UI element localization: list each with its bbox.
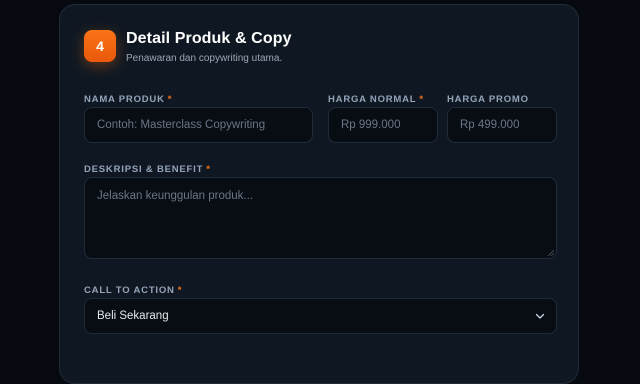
required-asterisk: * <box>167 94 173 105</box>
product-name-label: NAMA PRODUK * <box>84 94 172 105</box>
normal-price-placeholder: Rp 999.000 <box>341 119 401 131</box>
description-textarea[interactable]: Jelaskan keunggulan produk... <box>84 177 557 259</box>
cta-label-text: CALL TO ACTION <box>84 285 175 296</box>
required-asterisk: * <box>419 94 424 105</box>
cta-select[interactable]: Beli Sekarang <box>84 298 557 334</box>
product-name-label-text: NAMA PRODUK <box>84 94 165 105</box>
description-label: DESKRIPSI & BENEFIT * <box>84 164 211 175</box>
section-subtitle: Penawaran dan copywriting utama. <box>126 53 283 64</box>
section-title: Detail Produk & Copy <box>126 30 292 47</box>
promo-price-input[interactable]: Rp 499.000 <box>447 107 557 143</box>
cta-selected-value: Beli Sekarang <box>97 310 169 322</box>
cta-label: CALL TO ACTION * <box>84 285 182 296</box>
required-asterisk: * <box>206 164 211 175</box>
promo-price-placeholder: Rp 499.000 <box>460 119 520 131</box>
required-asterisk: * <box>177 285 183 296</box>
normal-price-label-text: HARGA NORMAL <box>328 94 417 105</box>
promo-price-label: HARGA PROMO <box>447 94 529 105</box>
description-placeholder: Jelaskan keunggulan produk... <box>97 190 253 202</box>
promo-price-label-text: HARGA PROMO <box>447 94 529 105</box>
product-name-placeholder: Contoh: Masterclass Copywriting <box>97 119 266 131</box>
resize-handle-icon[interactable] <box>547 249 554 256</box>
chevron-down-icon <box>535 313 545 319</box>
normal-price-input[interactable]: Rp 999.000 <box>328 107 438 143</box>
normal-price-label: HARGA NORMAL * <box>328 94 424 105</box>
step-number-badge: 4 <box>84 30 116 62</box>
description-label-text: DESKRIPSI & BENEFIT <box>84 164 204 175</box>
product-name-input[interactable]: Contoh: Masterclass Copywriting <box>84 107 313 143</box>
